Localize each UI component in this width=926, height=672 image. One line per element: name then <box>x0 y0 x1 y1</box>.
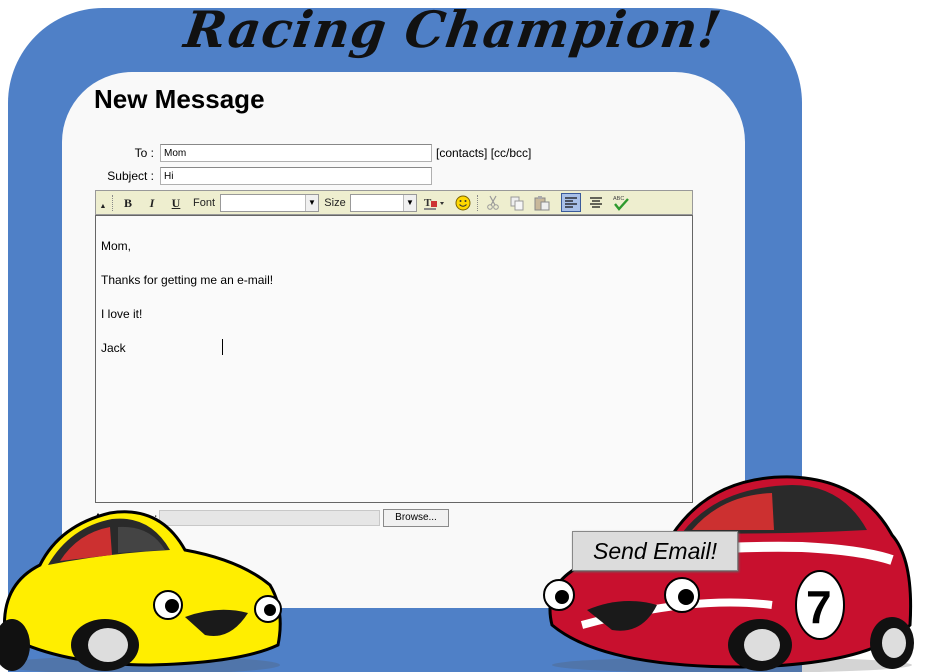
font-select[interactable]: ▼ <box>220 194 319 212</box>
svg-text:T: T <box>424 197 432 209</box>
italic-button[interactable]: I <box>144 194 160 212</box>
browse-button[interactable]: Browse... <box>383 509 449 527</box>
toolbar-separator <box>477 195 480 211</box>
toolbar-separator <box>112 195 115 211</box>
subject-label: Subject : <box>107 169 154 183</box>
spellcheck-icon[interactable]: ABC <box>611 194 631 212</box>
cut-icon[interactable] <box>484 194 502 212</box>
to-label: To : <box>134 146 154 160</box>
size-select[interactable]: ▼ <box>350 194 417 212</box>
size-value <box>351 200 354 211</box>
text-cursor <box>222 339 223 355</box>
size-label: Size <box>324 197 346 209</box>
red-car-icon: 7 <box>543 475 914 672</box>
yellow-car-icon <box>0 510 282 672</box>
align-left-icon[interactable] <box>561 193 581 212</box>
svg-text:ABC: ABC <box>613 196 624 202</box>
collapse-toolbar-icon[interactable]: ▲ <box>98 197 108 215</box>
chevron-down-icon: ▼ <box>305 195 318 211</box>
svg-text:7: 7 <box>806 581 832 633</box>
align-center-icon[interactable] <box>587 194 605 212</box>
to-field[interactable]: Mom <box>160 144 432 162</box>
paste-icon[interactable] <box>532 194 552 212</box>
chevron-down-icon: ▼ <box>403 195 416 211</box>
smiley-icon[interactable] <box>454 194 472 212</box>
banner-title: Racing Champion! <box>180 0 726 59</box>
page-heading: New Message <box>94 84 265 114</box>
body-line: Mom, <box>101 239 131 253</box>
send-email-button[interactable]: Send Email! <box>572 531 738 571</box>
body-line: Jack <box>101 341 126 355</box>
contacts-cc-bcc-links[interactable]: [contacts] [cc/bcc] <box>436 146 531 160</box>
body-line: Thanks for getting me an e-mail! <box>101 273 274 287</box>
bold-button[interactable]: B <box>120 194 136 212</box>
copy-icon[interactable] <box>508 194 526 212</box>
subject-field[interactable]: Hi <box>160 167 432 185</box>
editor-toolbar: ▲ B I U Font ▼ Size ▼ T ABC <box>95 190 693 215</box>
message-body-editor[interactable]: Mom, Thanks for getting me an e-mail! I … <box>95 215 693 503</box>
text-color-icon[interactable]: T <box>422 194 448 212</box>
font-value <box>221 200 224 211</box>
body-line: I love it! <box>101 307 143 321</box>
font-label: Font <box>192 197 215 209</box>
underline-button[interactable]: U <box>168 194 184 212</box>
